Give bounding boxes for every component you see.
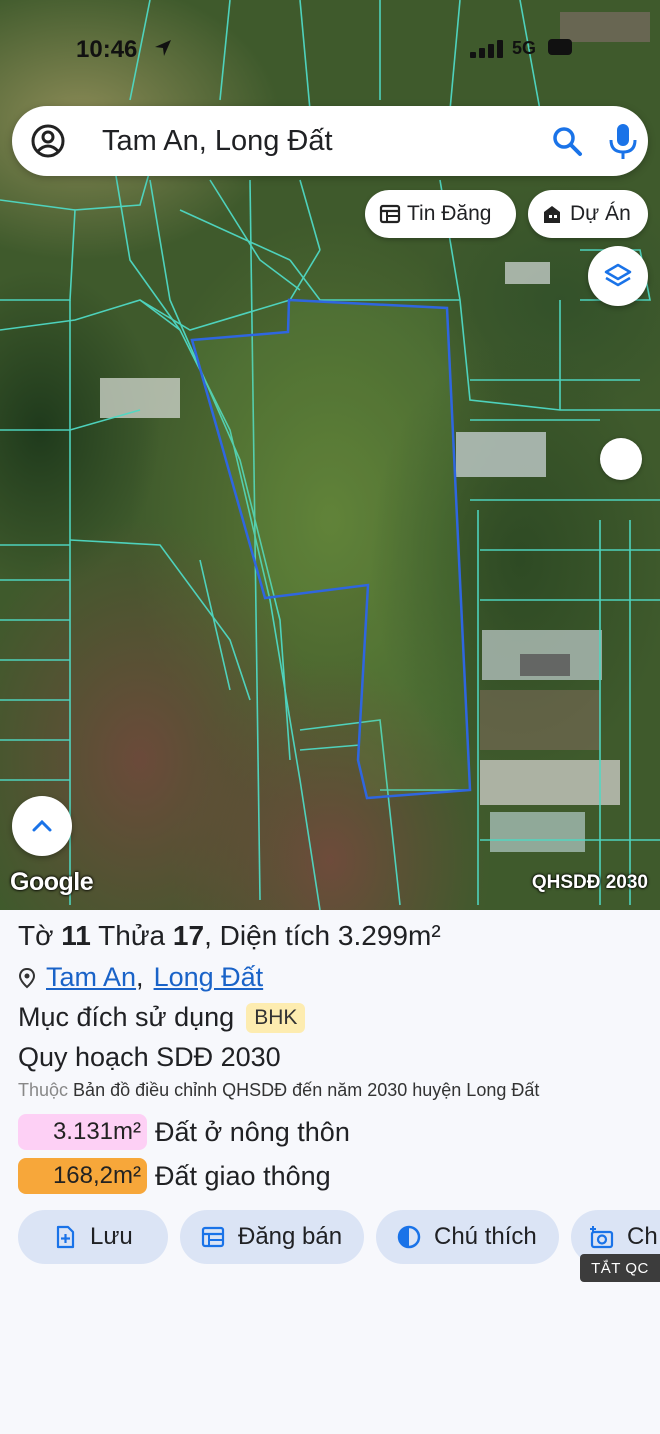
- turn-off-ads-button[interactable]: TẮT QC: [580, 1254, 660, 1282]
- map-view[interactable]: 10:46 5G Tam An, Long Đất Tin Đăng Dự Án…: [0, 0, 660, 910]
- screenshot-label: Ch: [627, 1223, 658, 1250]
- search-bar[interactable]: Tam An, Long Đất: [12, 106, 648, 176]
- selected-parcel-outline: [190, 298, 472, 800]
- projects-chip-label: Dự Án: [570, 202, 631, 225]
- action-buttons: Lưu Đăng bán Chú thích Ch: [18, 1210, 660, 1264]
- listings-chip[interactable]: Tin Đăng: [365, 190, 516, 238]
- network-type: 5G: [512, 38, 537, 58]
- post-sale-label: Đăng bán: [238, 1223, 343, 1250]
- plan-source: Thuộc Bản đồ điều chỉnh QHSDĐ đến năm 20…: [18, 1080, 540, 1100]
- legend-button[interactable]: Chú thích: [376, 1210, 559, 1264]
- search-icon[interactable]: [550, 124, 584, 158]
- save-label: Lưu: [90, 1223, 133, 1250]
- plan-title: Quy hoạch SDĐ 2030: [18, 1042, 281, 1072]
- expand-up-button[interactable]: [12, 796, 72, 856]
- district-link[interactable]: Long Đất: [154, 962, 264, 993]
- projects-chip[interactable]: Dự Án: [528, 190, 648, 238]
- building-icon: [544, 206, 560, 223]
- save-button[interactable]: Lưu: [18, 1210, 168, 1264]
- listing-icon: [379, 204, 401, 224]
- zone-row-traffic: 168,2m² Đất giao thông: [18, 1158, 331, 1194]
- account-icon[interactable]: [30, 123, 66, 159]
- layers-icon: [604, 263, 632, 287]
- location-arrow-icon: [155, 40, 171, 56]
- status-time: 10:46: [76, 36, 138, 63]
- post-sale-button[interactable]: Đăng bán: [180, 1210, 364, 1264]
- parcel-info-sheet: Tờ 11 Thửa 17, Diện tích 3.299m² Tam An …: [0, 910, 660, 1434]
- parcel-title: Tờ 11 Thửa 17, Diện tích 3.299m²: [18, 920, 441, 951]
- search-query[interactable]: Tam An, Long Đất: [102, 125, 333, 158]
- address-separator: ,: [136, 962, 144, 992]
- layer-tag: QHSDĐ 2030: [531, 872, 648, 893]
- contrast-icon: [397, 1225, 421, 1249]
- add-file-icon: [56, 1225, 75, 1249]
- google-logo: Google: [10, 868, 94, 896]
- listing-icon: [201, 1226, 225, 1248]
- chevron-up-icon: [32, 819, 52, 832]
- zone-label: Đất giao thông: [155, 1160, 331, 1191]
- location-pin-icon: [18, 967, 36, 988]
- zone-area-value: 3.131m²: [18, 1114, 147, 1150]
- zone-area-value: 168,2m²: [18, 1158, 147, 1194]
- status-bar: 10:46 5G: [0, 30, 660, 70]
- parcel-address: Tam An , Long Đất: [18, 962, 263, 993]
- commune-link[interactable]: Tam An: [46, 962, 136, 993]
- legend-label: Chú thích: [434, 1223, 537, 1250]
- purpose-code-badge: BHK: [246, 1002, 306, 1033]
- layers-button[interactable]: [588, 246, 648, 306]
- zone-row-residential: 3.131m² Đất ở nông thôn: [18, 1114, 350, 1150]
- signal-icon: [470, 40, 503, 58]
- listings-chip-label: Tin Đăng: [407, 202, 492, 225]
- camera-add-icon: [590, 1226, 614, 1249]
- location-dot-button[interactable]: [600, 438, 642, 480]
- battery-icon: [548, 39, 572, 55]
- purpose-label: Mục đích sử dụng: [18, 1002, 235, 1032]
- land-use-purpose: Mục đích sử dụng BHK: [18, 1002, 306, 1033]
- zone-label: Đất ở nông thôn: [155, 1116, 350, 1147]
- microphone-icon[interactable]: [606, 122, 640, 160]
